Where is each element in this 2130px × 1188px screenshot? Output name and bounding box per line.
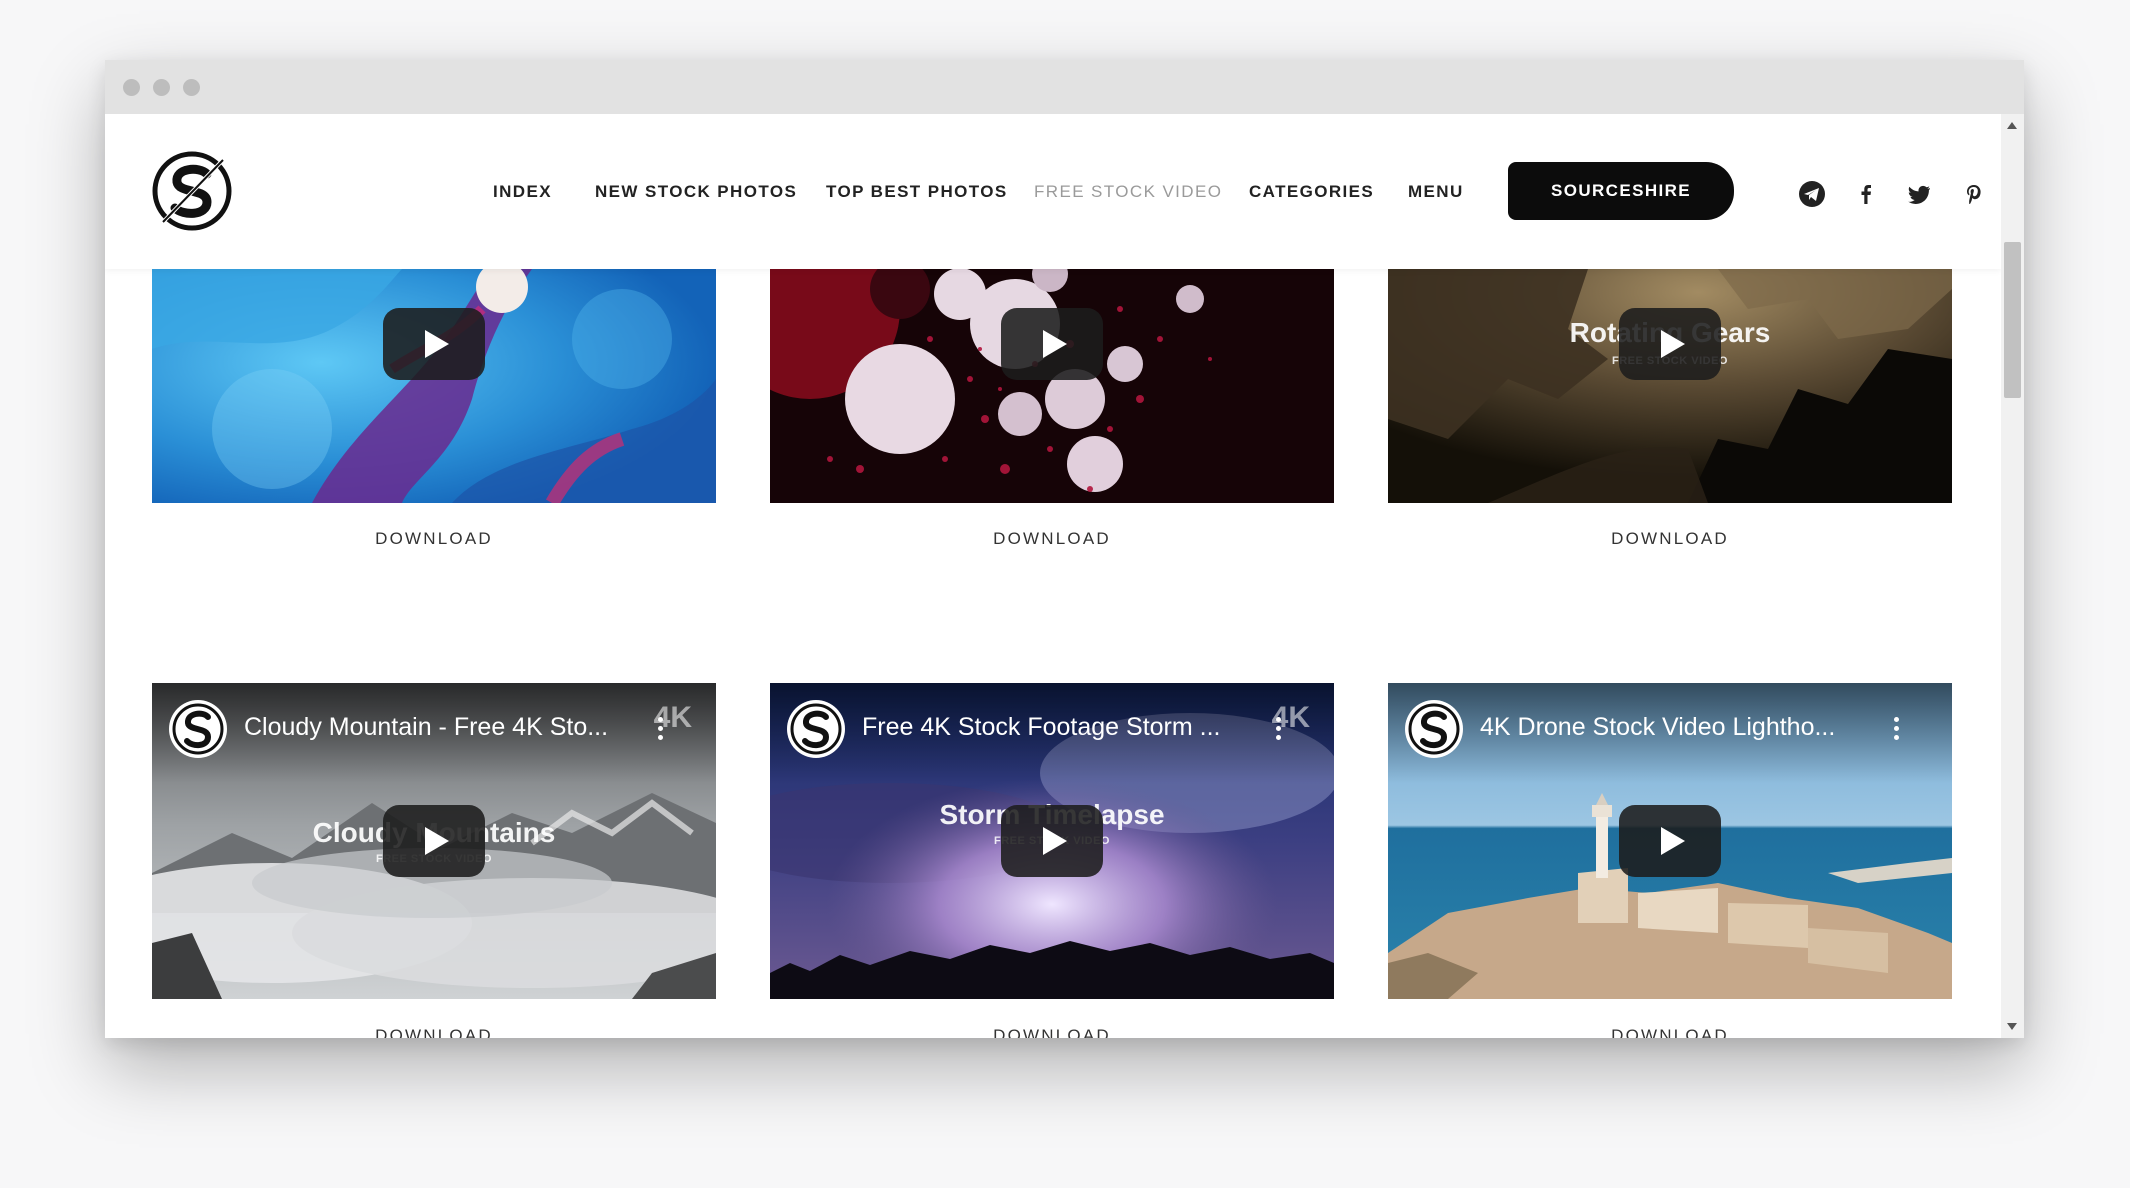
nav-top-best-photos[interactable]: TOP BEST PHOTOS [826,182,1008,202]
page-scrollbar[interactable] [2001,114,2024,1038]
twitter-icon[interactable] [1906,180,1934,208]
download-link[interactable]: DOWNLOAD [770,1026,1334,1038]
facebook-icon[interactable] [1852,180,1880,208]
channel-logo-icon[interactable] [786,699,846,759]
browser-window: INDEX NEW STOCK PHOTOS TOP BEST PHOTOS F… [105,60,2024,1038]
close-window-dot[interactable] [123,79,140,96]
nav-index[interactable]: INDEX [493,182,552,202]
download-link[interactable]: DOWNLOAD [152,529,716,549]
maximize-window-dot[interactable] [183,79,200,96]
youtube-embed[interactable]: 4K Drone Stock Video Lightho... [1388,683,1952,999]
more-options-icon[interactable] [1276,717,1282,741]
more-options-icon[interactable] [658,717,664,741]
nav-new-stock-photos[interactable]: NEW STOCK PHOTOS [595,182,797,202]
download-link[interactable]: DOWNLOAD [152,1026,716,1038]
nav-categories[interactable]: CATEGORIES [1249,182,1374,202]
page-viewport: INDEX NEW STOCK PHOTOS TOP BEST PHOTOS F… [105,114,2001,1038]
site-header: INDEX NEW STOCK PHOTOS TOP BEST PHOTOS F… [105,114,2001,269]
play-button[interactable] [383,805,485,877]
channel-logo-icon[interactable] [1404,699,1464,759]
pinterest-icon[interactable] [1960,180,1988,208]
more-options-icon[interactable] [1894,717,1900,741]
scroll-down-arrow-icon[interactable] [2007,1023,2017,1030]
youtube-embed[interactable]: Cloudy Mountain - Free 4K Sto... 4K Clou… [152,683,716,999]
telegram-icon[interactable] [1798,180,1826,208]
video-thumbnail[interactable] [770,269,1334,503]
youtube-video-title[interactable]: Free 4K Stock Footage Storm ... [862,713,1220,742]
sourceshire-button[interactable]: SOURCESHIRE [1508,162,1734,220]
download-link[interactable]: DOWNLOAD [1388,529,1952,549]
scrollbar-thumb[interactable] [2004,242,2021,398]
nav-free-stock-video[interactable]: FREE STOCK VIDEO [1034,182,1222,202]
minimize-window-dot[interactable] [153,79,170,96]
youtube-video-title[interactable]: 4K Drone Stock Video Lightho... [1480,713,1835,742]
channel-logo-icon[interactable] [168,699,228,759]
youtube-embed[interactable]: Free 4K Stock Footage Storm ... 4K Storm… [770,683,1334,999]
play-button[interactable] [383,308,485,380]
play-button[interactable] [1001,805,1103,877]
youtube-video-title[interactable]: Cloudy Mountain - Free 4K Sto... [244,713,608,742]
play-button[interactable] [1001,308,1103,380]
play-button[interactable] [1619,805,1721,877]
download-link[interactable]: DOWNLOAD [770,529,1334,549]
window-titlebar [105,60,2024,114]
download-link[interactable]: DOWNLOAD [1388,1026,1952,1038]
video-thumbnail[interactable]: Rotating Gears FREE STOCK VIDEO [1388,269,1952,503]
play-button[interactable] [1619,308,1721,380]
scroll-up-arrow-icon[interactable] [2007,122,2017,129]
nav-menu[interactable]: MENU [1408,182,1464,202]
video-thumbnail[interactable] [152,269,716,503]
